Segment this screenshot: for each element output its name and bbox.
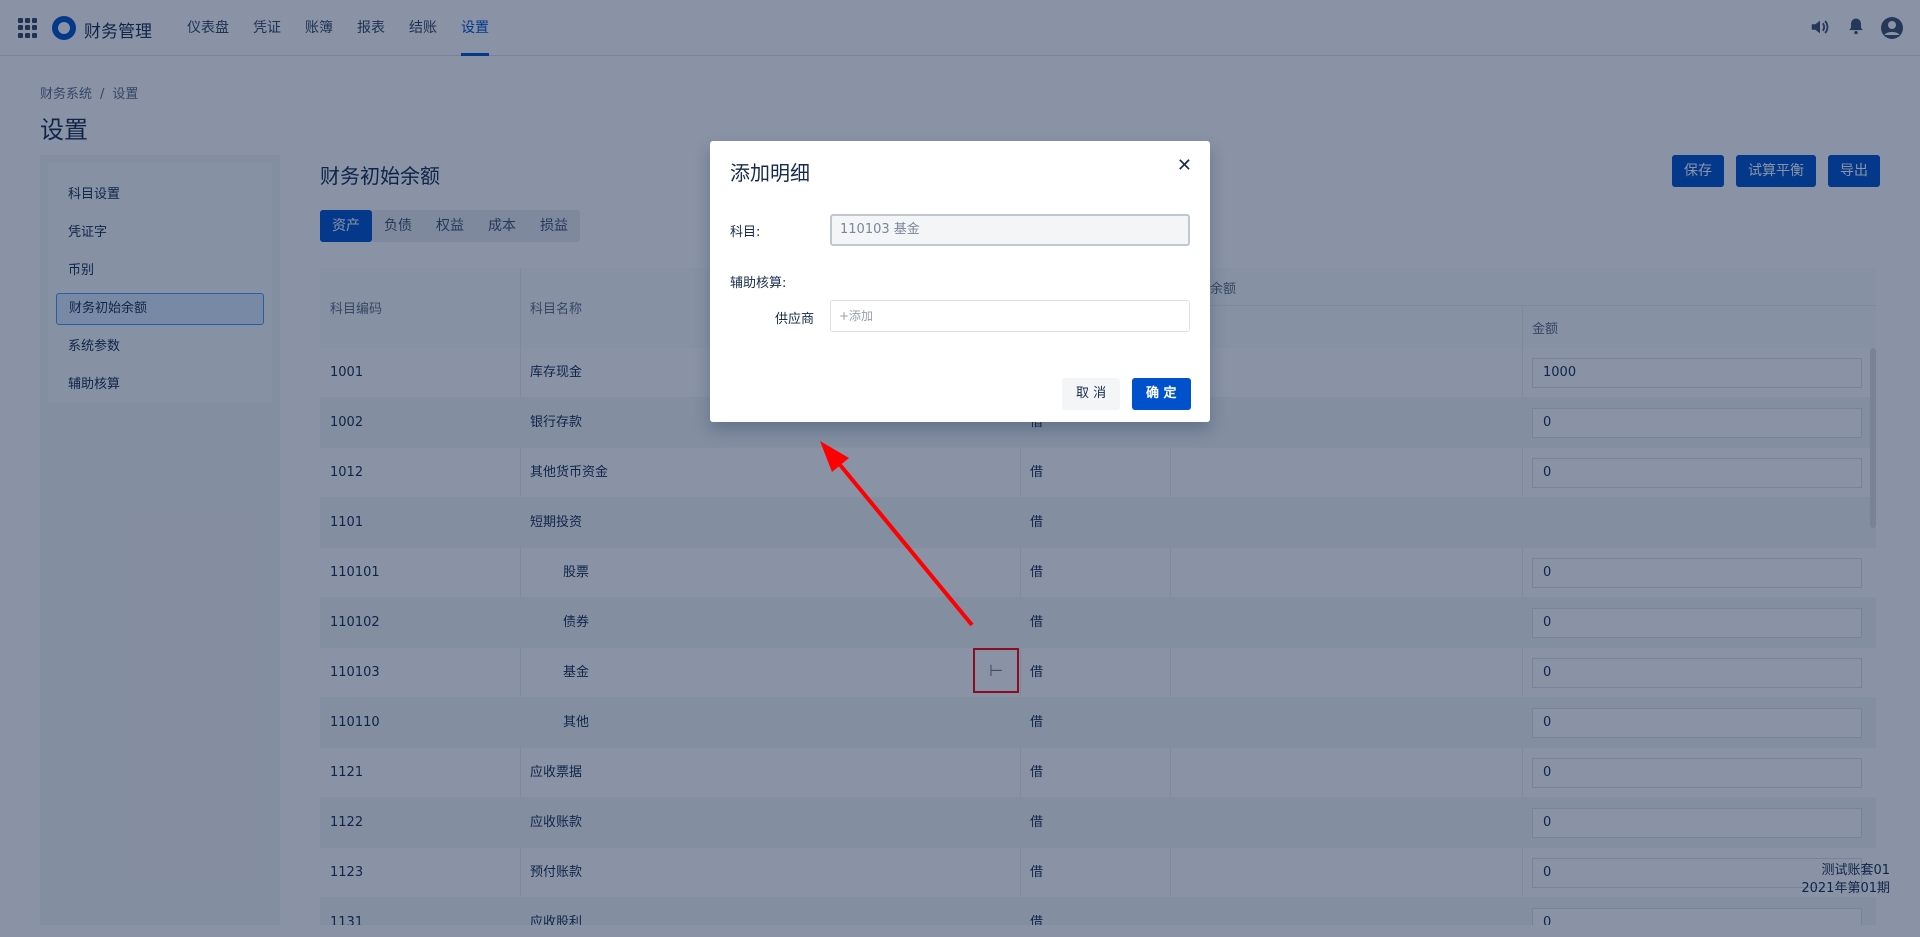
confirm-button[interactable]: 确 定 — [1132, 378, 1191, 410]
subject-label: 科目: — [730, 225, 761, 240]
add-detail-dialog: 添加明细 ✕ 科目: 110103 基金 辅助核算: 供应商 +添加 取 消 确… — [710, 141, 1210, 422]
aux-accounting-label: 辅助核算: — [730, 276, 787, 291]
supplier-label: 供应商 — [775, 312, 815, 327]
supplier-add-input[interactable]: +添加 — [830, 300, 1190, 332]
subject-field: 110103 基金 — [830, 214, 1190, 246]
dialog-title: 添加明细 — [730, 161, 810, 185]
cancel-button[interactable]: 取 消 — [1062, 378, 1121, 410]
close-icon[interactable]: ✕ — [1177, 155, 1192, 176]
